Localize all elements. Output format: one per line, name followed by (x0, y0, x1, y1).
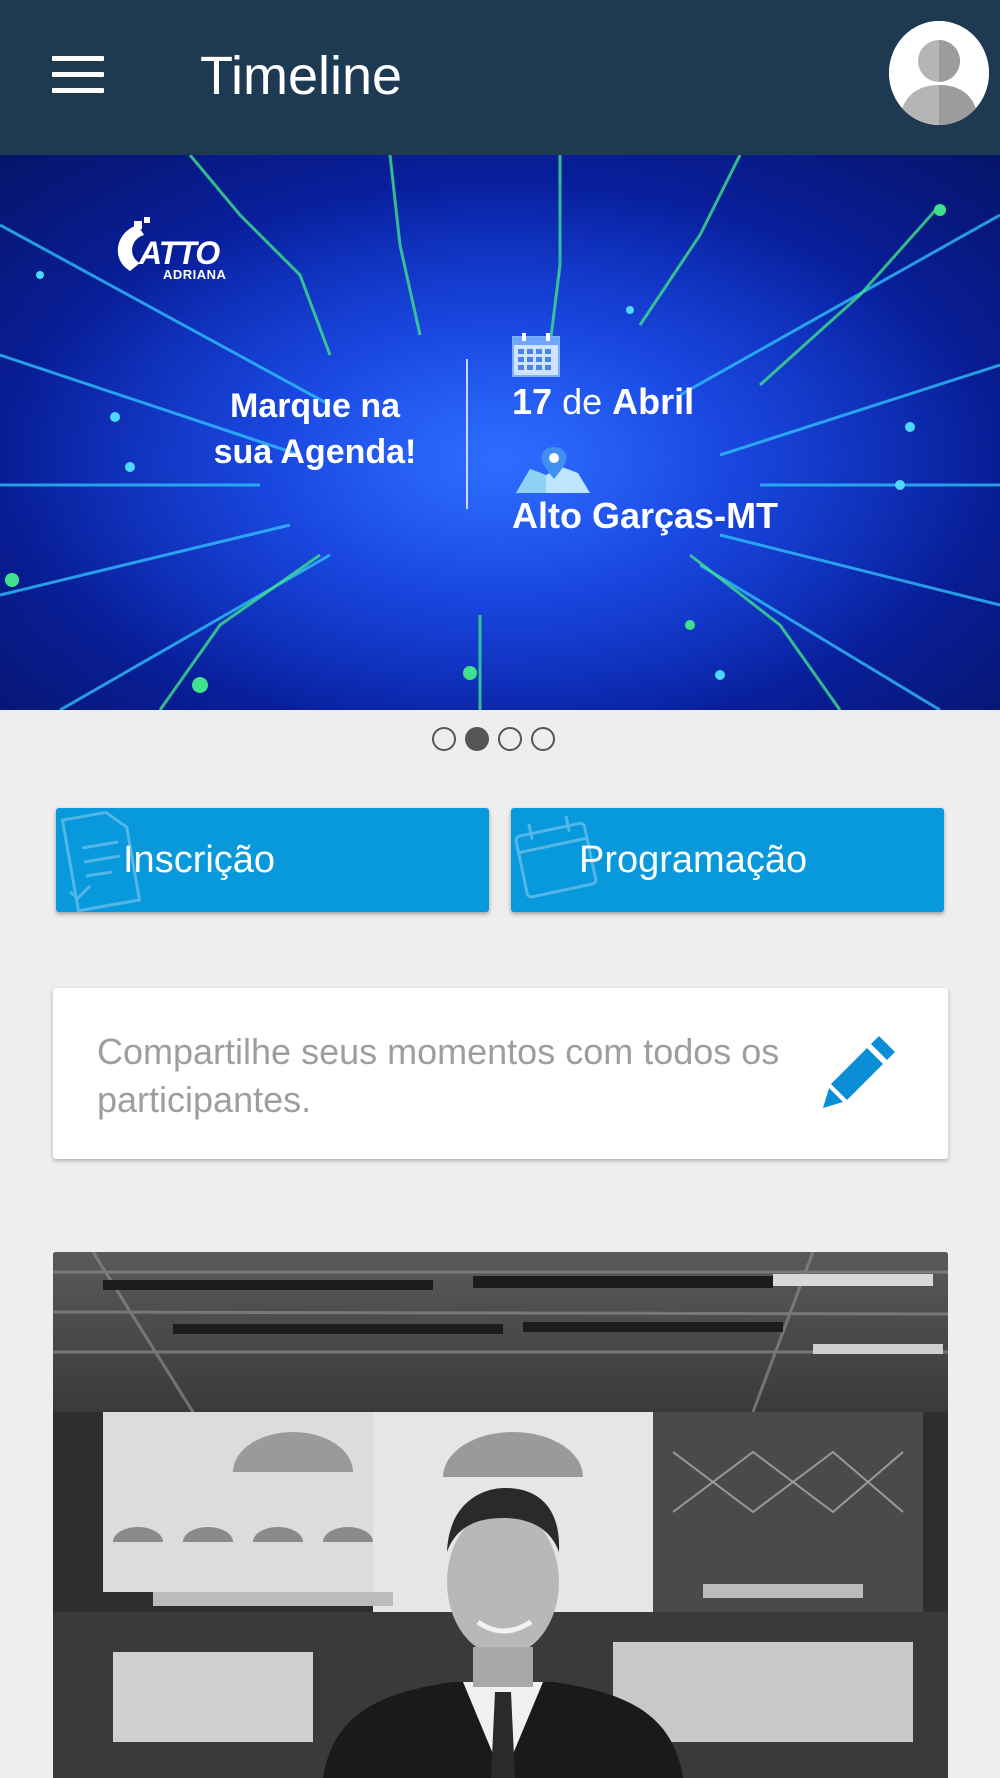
hamburger-menu-icon[interactable] (44, 44, 112, 106)
banner-headline: Marque na sua Agenda! (190, 383, 440, 475)
inscricao-button[interactable]: Inscrição (56, 808, 489, 912)
user-avatar-icon[interactable] (889, 21, 989, 125)
calendar-icon (512, 333, 560, 377)
post-image[interactable] (53, 1252, 948, 1778)
pencil-icon[interactable] (821, 1030, 903, 1112)
map-pin-icon (516, 447, 590, 493)
carousel-dot-active[interactable] (465, 727, 489, 751)
programacao-label: Programação (579, 839, 808, 881)
page-title: Timeline (200, 46, 403, 106)
share-prompt: Compartilhe seus momentos com todos os p… (97, 1031, 780, 1120)
photo-man-in-control-room (53, 1252, 948, 1778)
event-day: 17 (512, 381, 553, 422)
menu-line (52, 56, 104, 61)
app-bar: Timeline (0, 0, 1000, 155)
headline-line: sua Agenda! (213, 433, 417, 471)
banner-divider (466, 359, 468, 509)
event-date: 17 de Abril (512, 381, 694, 423)
event-month: Abril (612, 381, 695, 422)
event-banner[interactable]: ATTO ADRIANA Marque na sua Agenda! 17 de… (0, 155, 1000, 710)
inscricao-label: Inscrição (123, 839, 276, 881)
share-moments-card[interactable]: Compartilhe seus momentos com todos os p… (53, 988, 948, 1159)
menu-line (52, 88, 104, 93)
carousel-dot[interactable] (531, 727, 555, 751)
menu-line (52, 72, 104, 77)
event-location: Alto Garças-MT (512, 495, 779, 536)
logo-subtext: ADRIANA (163, 267, 227, 282)
carousel-indicator (430, 725, 570, 753)
headline-line: Marque na (229, 387, 401, 425)
programacao-button[interactable]: Programação (511, 808, 944, 912)
event-date-connector: de (562, 381, 603, 422)
carousel-dot[interactable] (498, 727, 522, 751)
carousel-dot[interactable] (432, 727, 456, 751)
